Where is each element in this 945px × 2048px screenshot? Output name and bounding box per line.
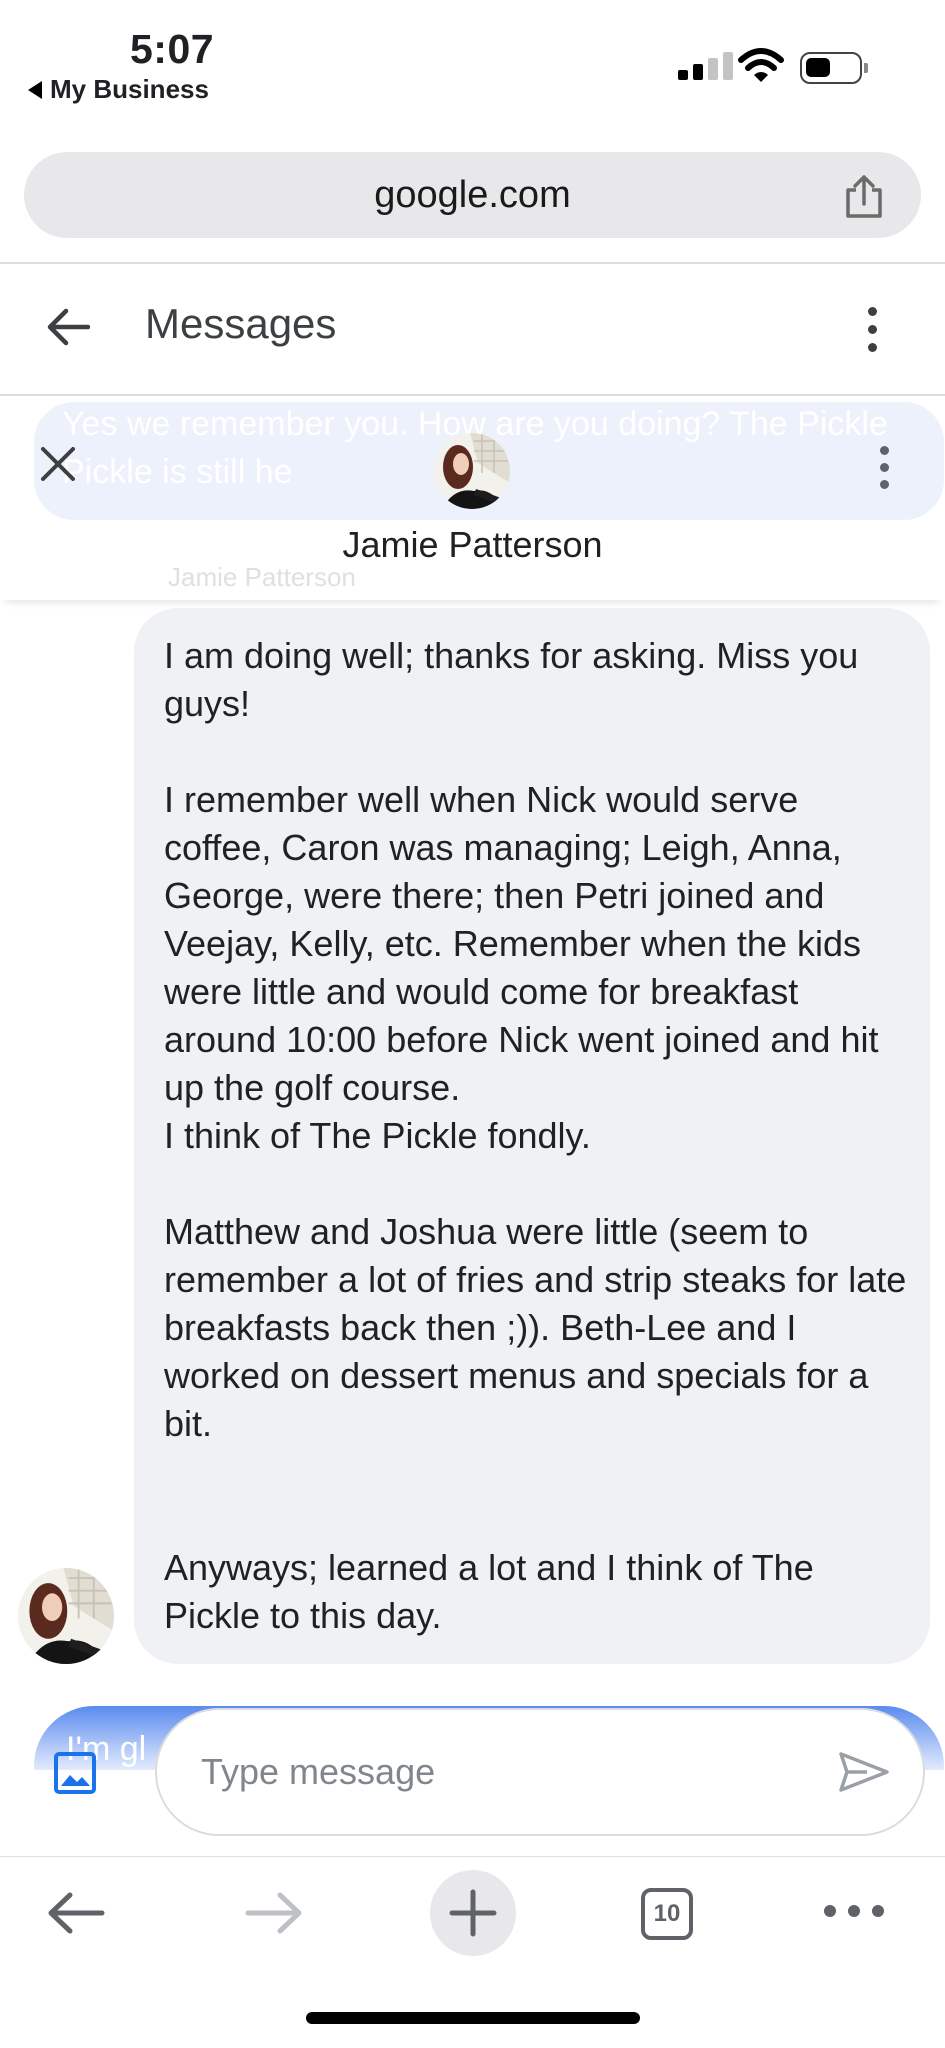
url-text: google.com xyxy=(374,174,571,216)
message-paragraph: I think of The Pickle fondly. xyxy=(164,1115,591,1156)
message-input[interactable]: Type message xyxy=(155,1708,925,1836)
message-paragraph: I am doing well; thanks for asking. Miss… xyxy=(164,635,859,724)
home-indicator xyxy=(306,2012,640,2024)
cellular-signal-icon xyxy=(678,52,733,80)
wifi-icon xyxy=(738,48,784,82)
browser-back-icon[interactable] xyxy=(46,1890,106,1936)
back-app-label: My Business xyxy=(50,74,209,104)
close-icon[interactable] xyxy=(40,446,76,482)
status-time: 5:07 xyxy=(130,26,215,72)
message-placeholder: Type message xyxy=(201,1751,436,1792)
message-paragraph: Matthew and Joshua were little (seem to … xyxy=(164,1211,907,1444)
divider xyxy=(0,1856,945,1857)
share-icon[interactable] xyxy=(842,174,886,220)
address-bar[interactable]: google.com xyxy=(24,152,921,238)
browser-more-icon[interactable] xyxy=(824,1905,884,1917)
send-icon[interactable] xyxy=(837,1750,891,1794)
more-options-icon[interactable] xyxy=(868,307,877,352)
message-bubble: I am doing well; thanks for asking. Miss… xyxy=(134,608,930,1664)
back-to-app-link[interactable]: My Business xyxy=(28,74,209,105)
new-tab-button[interactable] xyxy=(430,1870,516,1956)
browser-forward-icon[interactable] xyxy=(244,1890,304,1936)
contact-avatar[interactable] xyxy=(434,433,510,509)
message-paragraph: Anyways; learned a lot and I think of Th… xyxy=(164,1547,814,1636)
battery-icon xyxy=(800,52,868,84)
contact-more-icon[interactable] xyxy=(880,446,889,489)
tabs-icon[interactable]: 10 xyxy=(641,1888,693,1940)
contact-name: Jamie Patterson xyxy=(342,524,603,565)
divider xyxy=(0,262,945,264)
message-paragraph: I remember well when Nick would serve co… xyxy=(164,779,879,1108)
status-bar: 5:07 My Business xyxy=(0,0,945,140)
back-triangle-icon xyxy=(28,80,42,99)
page-title: Messages xyxy=(145,300,337,347)
sender-label: Jamie Patterson xyxy=(168,562,356,592)
sender-avatar[interactable] xyxy=(18,1568,114,1664)
back-arrow-icon[interactable] xyxy=(46,307,90,347)
image-attach-icon[interactable] xyxy=(52,1750,98,1796)
plus-icon xyxy=(449,1889,497,1937)
